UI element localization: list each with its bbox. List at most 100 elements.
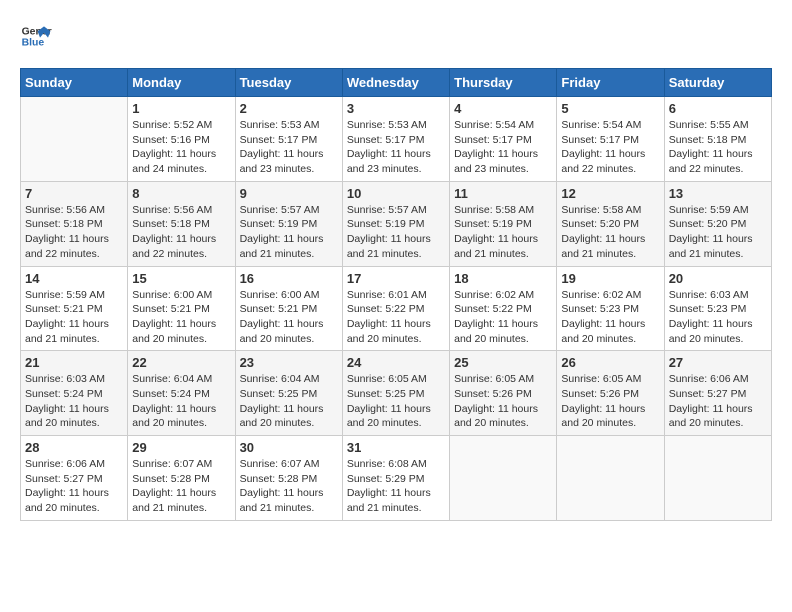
calendar-cell: 3 Sunrise: 5:53 AMSunset: 5:17 PMDaylight… [342, 97, 449, 182]
calendar-cell: 22 Sunrise: 6:04 AMSunset: 5:24 PMDayligh… [128, 351, 235, 436]
day-number: 26 [561, 355, 659, 370]
day-number: 24 [347, 355, 445, 370]
calendar-cell: 23 Sunrise: 6:04 AMSunset: 5:25 PMDayligh… [235, 351, 342, 436]
logo-icon: General Blue [20, 20, 52, 52]
day-info: Sunrise: 5:53 AMSunset: 5:17 PMDaylight:… [240, 118, 338, 177]
calendar-cell [450, 436, 557, 521]
day-number: 5 [561, 101, 659, 116]
day-number: 17 [347, 271, 445, 286]
day-number: 1 [132, 101, 230, 116]
calendar-cell: 26 Sunrise: 6:05 AMSunset: 5:26 PMDayligh… [557, 351, 664, 436]
day-number: 14 [25, 271, 123, 286]
calendar-cell [21, 97, 128, 182]
calendar-cell: 12Sunrise: 5:58 AMSunset: 5:20 PMDayligh… [557, 181, 664, 266]
day-number: 11 [454, 186, 552, 201]
day-number: 13 [669, 186, 767, 201]
day-info: Sunrise: 6:07 AMSunset: 5:28 PMDaylight:… [132, 457, 230, 516]
weekday-header-saturday: Saturday [664, 69, 771, 97]
day-info: Sunrise: 6:04 AMSunset: 5:24 PMDaylight:… [132, 372, 230, 431]
day-number: 12 [561, 186, 659, 201]
day-info: Sunrise: 5:52 AMSunset: 5:16 PMDaylight:… [132, 118, 230, 177]
calendar-cell: 11 Sunrise: 5:58 AMSunset: 5:19 PMDayligh… [450, 181, 557, 266]
calendar-cell: 30 Sunrise: 6:07 AMSunset: 5:28 PMDayligh… [235, 436, 342, 521]
calendar-cell: 13 Sunrise: 5:59 AMSunset: 5:20 PMDayligh… [664, 181, 771, 266]
calendar-cell: 31Sunrise: 6:08 AMSunset: 5:29 PMDayligh… [342, 436, 449, 521]
day-number: 23 [240, 355, 338, 370]
day-number: 25 [454, 355, 552, 370]
calendar-cell: 6 Sunrise: 5:55 AMSunset: 5:18 PMDaylight… [664, 97, 771, 182]
day-number: 29 [132, 440, 230, 455]
day-number: 6 [669, 101, 767, 116]
day-info: Sunrise: 6:02 AMSunset: 5:22 PMDaylight:… [454, 288, 552, 347]
calendar-table: SundayMondayTuesdayWednesdayThursdayFrid… [20, 68, 772, 521]
calendar-cell: 20 Sunrise: 6:03 AMSunset: 5:23 PMDayligh… [664, 266, 771, 351]
day-number: 8 [132, 186, 230, 201]
calendar-cell: 15 Sunrise: 6:00 AMSunset: 5:21 PMDayligh… [128, 266, 235, 351]
calendar-cell: 16 Sunrise: 6:00 AMSunset: 5:21 PMDayligh… [235, 266, 342, 351]
day-info: Sunrise: 6:01 AMSunset: 5:22 PMDaylight:… [347, 288, 445, 347]
page-header: General Blue [20, 20, 772, 52]
day-number: 16 [240, 271, 338, 286]
day-info: Sunrise: 5:57 AMSunset: 5:19 PMDaylight:… [347, 203, 445, 262]
day-info: Sunrise: 5:57 AMSunset: 5:19 PMDaylight:… [240, 203, 338, 262]
day-info: Sunrise: 6:00 AMSunset: 5:21 PMDaylight:… [132, 288, 230, 347]
day-number: 22 [132, 355, 230, 370]
day-info: Sunrise: 5:56 AMSunset: 5:18 PMDaylight:… [25, 203, 123, 262]
weekday-header-wednesday: Wednesday [342, 69, 449, 97]
day-info: Sunrise: 6:05 AMSunset: 5:26 PMDaylight:… [454, 372, 552, 431]
day-info: Sunrise: 6:05 AMSunset: 5:26 PMDaylight:… [561, 372, 659, 431]
calendar-cell: 5 Sunrise: 5:54 AMSunset: 5:17 PMDaylight… [557, 97, 664, 182]
calendar-cell: 27 Sunrise: 6:06 AMSunset: 5:27 PMDayligh… [664, 351, 771, 436]
weekday-header-tuesday: Tuesday [235, 69, 342, 97]
day-info: Sunrise: 6:06 AMSunset: 5:27 PMDaylight:… [25, 457, 123, 516]
day-info: Sunrise: 5:53 AMSunset: 5:17 PMDaylight:… [347, 118, 445, 177]
calendar-cell: 2 Sunrise: 5:53 AMSunset: 5:17 PMDaylight… [235, 97, 342, 182]
calendar-cell: 21Sunrise: 6:03 AMSunset: 5:24 PMDayligh… [21, 351, 128, 436]
calendar-cell: 18 Sunrise: 6:02 AMSunset: 5:22 PMDayligh… [450, 266, 557, 351]
day-info: Sunrise: 5:54 AMSunset: 5:17 PMDaylight:… [454, 118, 552, 177]
day-number: 9 [240, 186, 338, 201]
day-info: Sunrise: 6:04 AMSunset: 5:25 PMDaylight:… [240, 372, 338, 431]
day-number: 20 [669, 271, 767, 286]
day-number: 7 [25, 186, 123, 201]
weekday-header-sunday: Sunday [21, 69, 128, 97]
weekday-header-thursday: Thursday [450, 69, 557, 97]
day-number: 18 [454, 271, 552, 286]
calendar-cell: 9 Sunrise: 5:57 AMSunset: 5:19 PMDaylight… [235, 181, 342, 266]
calendar-cell: 4Sunrise: 5:54 AMSunset: 5:17 PMDaylight… [450, 97, 557, 182]
calendar-cell: 1 Sunrise: 5:52 AMSunset: 5:16 PMDaylight… [128, 97, 235, 182]
calendar-cell [664, 436, 771, 521]
day-info: Sunrise: 5:58 AMSunset: 5:19 PMDaylight:… [454, 203, 552, 262]
logo: General Blue [20, 20, 52, 52]
day-info: Sunrise: 6:00 AMSunset: 5:21 PMDaylight:… [240, 288, 338, 347]
day-number: 19 [561, 271, 659, 286]
day-info: Sunrise: 6:07 AMSunset: 5:28 PMDaylight:… [240, 457, 338, 516]
day-number: 15 [132, 271, 230, 286]
calendar-cell: 28 Sunrise: 6:06 AMSunset: 5:27 PMDayligh… [21, 436, 128, 521]
day-info: Sunrise: 6:06 AMSunset: 5:27 PMDaylight:… [669, 372, 767, 431]
day-info: Sunrise: 5:56 AMSunset: 5:18 PMDaylight:… [132, 203, 230, 262]
day-number: 21 [25, 355, 123, 370]
day-number: 2 [240, 101, 338, 116]
day-number: 30 [240, 440, 338, 455]
day-info: Sunrise: 5:55 AMSunset: 5:18 PMDaylight:… [669, 118, 767, 177]
day-info: Sunrise: 6:03 AMSunset: 5:23 PMDaylight:… [669, 288, 767, 347]
day-info: Sunrise: 5:59 AMSunset: 5:21 PMDaylight:… [25, 288, 123, 347]
calendar-cell: 25 Sunrise: 6:05 AMSunset: 5:26 PMDayligh… [450, 351, 557, 436]
day-info: Sunrise: 5:59 AMSunset: 5:20 PMDaylight:… [669, 203, 767, 262]
day-number: 27 [669, 355, 767, 370]
calendar-cell: 7 Sunrise: 5:56 AMSunset: 5:18 PMDaylight… [21, 181, 128, 266]
calendar-cell: 14 Sunrise: 5:59 AMSunset: 5:21 PMDayligh… [21, 266, 128, 351]
day-info: Sunrise: 5:54 AMSunset: 5:17 PMDaylight:… [561, 118, 659, 177]
calendar-cell: 10Sunrise: 5:57 AMSunset: 5:19 PMDayligh… [342, 181, 449, 266]
day-number: 3 [347, 101, 445, 116]
calendar-cell: 8 Sunrise: 5:56 AMSunset: 5:18 PMDaylight… [128, 181, 235, 266]
day-info: Sunrise: 6:02 AMSunset: 5:23 PMDaylight:… [561, 288, 659, 347]
day-number: 28 [25, 440, 123, 455]
svg-text:Blue: Blue [22, 38, 45, 49]
calendar-cell: 17 Sunrise: 6:01 AMSunset: 5:22 PMDayligh… [342, 266, 449, 351]
calendar-cell: 24 Sunrise: 6:05 AMSunset: 5:25 PMDayligh… [342, 351, 449, 436]
weekday-header-monday: Monday [128, 69, 235, 97]
calendar-cell: 19 Sunrise: 6:02 AMSunset: 5:23 PMDayligh… [557, 266, 664, 351]
day-info: Sunrise: 6:05 AMSunset: 5:25 PMDaylight:… [347, 372, 445, 431]
